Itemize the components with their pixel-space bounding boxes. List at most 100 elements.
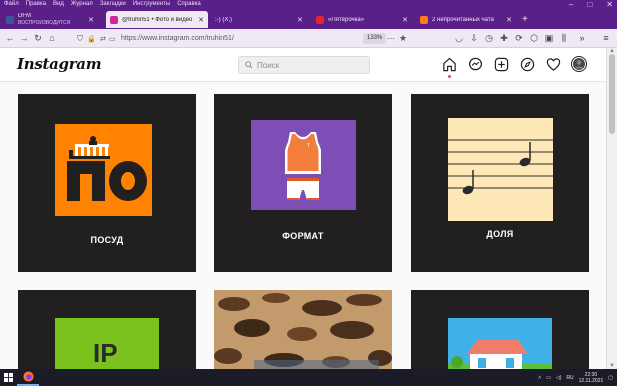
lock-icon[interactable]: 🔒: [87, 35, 96, 43]
home-icon[interactable]: [441, 56, 457, 72]
instagram-logo[interactable]: Instagram: [17, 55, 102, 73]
extension-icon[interactable]: ✚: [497, 31, 511, 45]
home-icon[interactable]: ⌂: [45, 31, 59, 45]
shield-icon[interactable]: ⛉: [77, 34, 83, 44]
post-tile[interactable]: IP: [18, 290, 196, 369]
post-image: T: [251, 120, 356, 210]
search-input[interactable]: Поиск: [238, 56, 370, 74]
post-label: ПОСУД: [90, 235, 124, 245]
language-indicator[interactable]: RU: [566, 375, 573, 381]
notifications-icon[interactable]: ▢: [608, 375, 613, 381]
history-icon[interactable]: ◷: [482, 31, 496, 45]
post-label: ФОРМАТ: [282, 231, 324, 241]
bookmark-star-icon[interactable]: ★: [399, 33, 407, 44]
sync-icon[interactable]: ⟳: [512, 31, 526, 45]
post-tile[interactable]: [411, 290, 589, 369]
hamburger-menu-icon[interactable]: ≡: [599, 31, 613, 45]
menu-tools[interactable]: Инструменты: [133, 0, 170, 9]
post-image: IP: [55, 318, 159, 369]
word-cup-illustration: [67, 136, 147, 201]
windows-start-icon[interactable]: [0, 369, 17, 386]
url-bar[interactable]: ⛉ 🔒 ⇄ ▭ https://www.instagram.com/truhin…: [77, 31, 412, 46]
container-icon[interactable]: ▣: [542, 31, 556, 45]
page-scrollbar[interactable]: ▲ ▼: [606, 48, 617, 369]
zoom-level-badge[interactable]: 133%: [363, 33, 387, 44]
page-action-icon[interactable]: ⋯: [387, 34, 395, 43]
forward-icon[interactable]: →: [17, 31, 31, 45]
network-icon[interactable]: ▭: [546, 375, 551, 381]
tab-text-group: DFM ВОСПРОИЗВОДИТСЯ: [18, 13, 70, 26]
tab-chats[interactable]: 2 непрочитанных чата ✕: [416, 11, 516, 28]
search-icon: [245, 61, 253, 69]
clock-date: 12.11.2021: [578, 377, 604, 384]
post-tile[interactable]: ПОСУД: [18, 94, 196, 272]
minimize-icon[interactable]: –: [569, 0, 573, 9]
browser-menubar: Файл Правка Вид Журнал Закладки Инструме…: [0, 0, 617, 9]
avatar[interactable]: [571, 56, 587, 72]
menu-view[interactable]: Вид: [53, 0, 64, 9]
post-tile[interactable]: T ФОРМАТ: [214, 94, 392, 272]
vk-icon: [6, 15, 14, 24]
permissions-icon[interactable]: ⇄: [100, 35, 106, 43]
windows-taskbar: ˄ ▭ ◁) RU 22:30 12.11.2021 ▢: [0, 369, 617, 386]
new-tab-button[interactable]: +: [518, 11, 532, 28]
post-image: [448, 318, 552, 369]
url-text[interactable]: https://www.instagram.com/truhin51/: [121, 35, 234, 42]
svg-text:T: T: [307, 143, 310, 149]
back-icon[interactable]: ←: [3, 31, 17, 45]
close-icon[interactable]: ✕: [606, 0, 613, 9]
system-tray: ˄ ▭ ◁) RU 22:30 12.11.2021 ▢: [538, 369, 613, 386]
library-icon[interactable]: ⫼: [557, 31, 571, 45]
menu-file[interactable]: Файл: [4, 0, 19, 9]
tab-title: 2 непрочитанных чата: [432, 16, 494, 23]
close-icon[interactable]: ✕: [88, 16, 94, 24]
activity-heart-icon[interactable]: [545, 56, 561, 72]
close-icon[interactable]: ✕: [402, 16, 408, 24]
post-tile[interactable]: [214, 290, 392, 369]
music-notes-illustration: [448, 139, 553, 195]
instagram-favicon-icon: [110, 15, 118, 24]
tab-instagram[interactable]: @truhin51 • Фото и видео в Inst ✕: [106, 11, 208, 28]
post-image: [55, 124, 152, 216]
close-icon[interactable]: ✕: [297, 16, 303, 24]
instagram-header: Instagram Поиск: [0, 48, 606, 82]
maximize-icon[interactable]: □: [587, 0, 592, 9]
instagram-page: Instagram Поиск ПОСУД T ФОРМАТ ДОЛЯ IP: [0, 48, 606, 369]
messenger-icon[interactable]: [467, 56, 483, 72]
overflow-icon[interactable]: »: [575, 31, 589, 45]
navigation-bar: ← → ↻ ⌂ ⛉ 🔒 ⇄ ▭ https://www.instagram.co…: [0, 29, 617, 48]
reload-icon[interactable]: ↻: [31, 31, 45, 45]
tab-pyaterochka[interactable]: «Пятёрочка» ✕: [312, 11, 412, 28]
tab-3[interactable]: :-) (X;) ✕: [211, 11, 307, 28]
sports-uniform-illustration: T: [285, 132, 321, 200]
window-controls: – □ ✕: [569, 0, 613, 9]
search-placeholder: Поиск: [257, 60, 280, 70]
clock[interactable]: 22:30 12.11.2021: [579, 372, 604, 384]
header-nav-icons: [441, 56, 587, 72]
tab-dfm[interactable]: DFM ВОСПРОИЗВОДИТСЯ ✕: [2, 11, 98, 28]
new-post-icon[interactable]: [493, 56, 509, 72]
downloads-icon[interactable]: ⇩: [467, 31, 481, 45]
tab-title: :-) (X;): [215, 16, 232, 23]
ip-illustration: IP: [93, 338, 118, 368]
post-tile[interactable]: ДОЛЯ: [411, 94, 589, 272]
reader-view-icon[interactable]: ▭: [109, 35, 116, 43]
leopard-pattern-photo: [214, 290, 392, 369]
menu-history[interactable]: Журнал: [71, 0, 93, 9]
house-illustration: [448, 340, 552, 369]
tray-arrow-icon[interactable]: ˄: [538, 375, 541, 381]
close-icon[interactable]: ✕: [198, 16, 204, 24]
firefox-taskbar-icon[interactable]: [17, 369, 39, 386]
adblock-icon[interactable]: ⬡: [527, 31, 541, 45]
pyaterochka-favicon-icon: [316, 15, 324, 24]
explore-icon[interactable]: [519, 56, 535, 72]
volume-icon[interactable]: ◁): [556, 375, 562, 381]
scrollbar-thumb[interactable]: [609, 54, 615, 134]
menu-edit[interactable]: Правка: [26, 0, 46, 9]
pocket-icon[interactable]: ◡: [452, 31, 466, 45]
menu-bookmarks[interactable]: Закладки: [100, 0, 126, 9]
post-image: [448, 118, 553, 221]
close-icon[interactable]: ✕: [506, 16, 512, 24]
post-label: ДОЛЯ: [486, 229, 514, 239]
menu-help[interactable]: Справка: [177, 0, 201, 9]
